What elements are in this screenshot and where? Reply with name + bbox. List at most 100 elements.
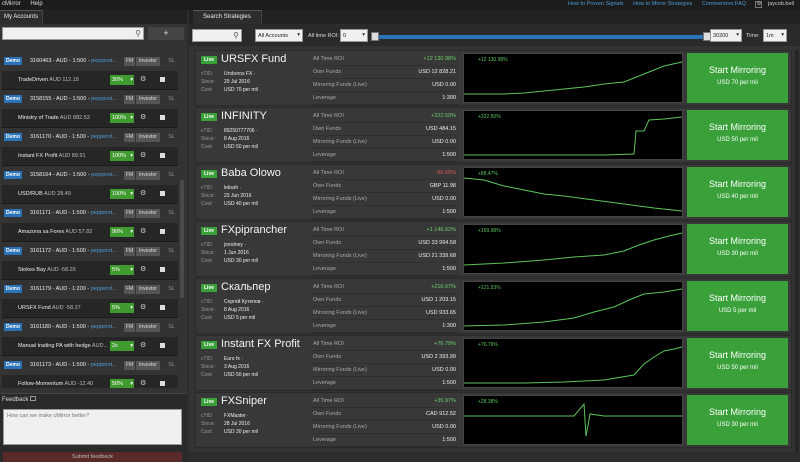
account-label[interactable]: 3161170 - AUD - 1:500 - pepperst... [30,134,117,140]
link-community-faq[interactable]: Commentors FAQ [702,1,746,7]
broker-link[interactable]: pepperst... [91,172,117,178]
sl-label[interactable]: SL [168,248,175,254]
account-label[interactable]: 3160463 - AUD - 1:500 - pepperst... [30,58,117,64]
link-proven-signals[interactable]: How to Proven Signals [568,1,624,7]
fm-button[interactable]: FM [124,247,136,256]
sl-label[interactable]: SL [168,96,175,102]
allocation-select[interactable]: 5% [110,265,134,275]
strategy-name[interactable]: URSFX Fund [221,53,286,65]
investor-button[interactable]: Investor [136,361,160,370]
ctid-value[interactable]: FXMaster · [224,413,249,419]
broker-link[interactable]: pepperst... [91,248,117,254]
investor-button[interactable]: Investor [136,57,160,66]
account-label[interactable]: 3161171 - AUD - 1:500 - pepperst... [30,210,117,216]
sl-label[interactable]: SL [168,58,175,64]
add-account-button[interactable]: + [148,27,184,40]
strategy-name[interactable]: INFINITY [221,110,267,122]
strategy-name[interactable]: Instant FX Profit [221,338,300,350]
stop-icon[interactable] [160,191,165,196]
allocation-select[interactable]: 2x [110,341,134,351]
investor-button[interactable]: Investor [136,209,160,218]
link-mirror-strategies[interactable]: How to Mirror Strategies [633,1,692,7]
fm-button[interactable]: FM [124,285,136,294]
investor-button[interactable]: Investor [136,171,160,180]
account-label[interactable]: 3161172 - AUD - 1:500 - pepperst... [30,248,117,254]
feedback-input[interactable] [3,409,182,445]
allocation-select[interactable]: 100% [110,113,134,123]
allocation-select[interactable]: 5% [110,303,134,313]
start-mirroring-button[interactable]: Start Mirroring USD 30 per mil [687,224,788,274]
investor-button[interactable]: Investor [136,247,160,256]
accounts-scrollbar[interactable] [180,180,184,298]
fm-button[interactable]: FM [124,57,136,66]
username[interactable]: jaycob.bell [768,1,794,7]
ctid-value[interactable]: jsrodney · [224,242,246,248]
menu-cmirror[interactable]: cMirror [2,1,21,7]
investor-button[interactable]: Investor [136,323,160,332]
strategy-name[interactable]: FXSniper [221,395,267,407]
time-select[interactable]: 1m [763,29,787,42]
gear-icon[interactable]: ⚙ [140,189,146,197]
stop-icon[interactable] [160,267,165,272]
allocation-select[interactable]: 100% [110,151,134,161]
broker-link[interactable]: pepperst... [91,286,117,292]
broker-link[interactable]: pepperst... [91,96,117,102]
start-mirroring-button[interactable]: Start Mirroring USD 40 per mil [687,167,788,217]
allocation-select[interactable]: 100% [110,189,134,199]
investor-button[interactable]: Investor [136,95,160,104]
broker-link[interactable]: pepperst... [91,362,117,368]
stop-icon[interactable] [160,115,165,120]
account-label[interactable]: 3161173 - AUD - 1:500 - pepperst... [30,362,117,368]
allocation-select[interactable]: 30% [110,75,134,85]
gear-icon[interactable]: ⚙ [140,341,146,349]
fm-button[interactable]: FM [124,95,136,104]
submit-feedback-button[interactable]: Submit feedback [3,452,182,462]
account-label[interactable]: 3158164 - AUD - 1:500 - pepperst... [30,172,117,178]
ctid-value[interactable]: Сергей Кутепов · [224,299,263,305]
roi-slider-min-handle[interactable] [371,32,379,41]
ctid-value[interactable]: Euro fx · [224,356,243,362]
allocation-select[interactable]: 50% [110,379,134,388]
account-label[interactable]: 3161179 - AUD - 1:200 - pepperst... [30,286,117,292]
gear-icon[interactable]: ⚙ [140,265,146,273]
sl-label[interactable]: SL [168,134,175,140]
broker-link[interactable]: pepperst... [91,134,117,140]
sl-label[interactable]: SL [168,210,175,216]
strategy-name[interactable]: Скальпер [221,281,270,293]
gear-icon[interactable]: ⚙ [140,379,146,387]
account-label[interactable]: 3161180 - AUD - 1:500 - pepperst... [30,324,117,330]
gear-icon[interactable]: ⚙ [140,113,146,121]
strategy-name[interactable]: FXpiprancher [221,224,287,236]
account-label[interactable]: 3158155 - AUD - 1:500 - pepperst... [30,96,117,102]
fm-button[interactable]: FM [124,133,136,142]
tab-search-strategies[interactable]: Search Strategies [193,10,262,24]
stop-icon[interactable] [160,343,165,348]
stop-icon[interactable] [160,305,165,310]
tab-my-accounts[interactable]: My Accounts [0,10,44,24]
start-mirroring-button[interactable]: Start Mirroring USD 30 per mil [687,395,788,445]
stop-icon[interactable] [160,153,165,158]
gear-icon[interactable]: ⚙ [140,151,146,159]
stop-icon[interactable] [160,381,165,386]
strategy-name[interactable]: Baba Olowo [221,167,281,179]
strategies-scrollbar[interactable] [795,50,799,452]
gear-icon[interactable]: ⚙ [140,303,146,311]
investor-button[interactable]: Investor [136,285,160,294]
start-mirroring-button[interactable]: Start Mirroring USD 50 per mil [687,110,788,160]
gear-icon[interactable]: ⚙ [140,227,146,235]
ctid-value[interactable]: lekssh · [224,185,241,191]
stop-icon[interactable] [160,229,165,234]
ctid-value[interactable]: Uroboros FX · [224,71,255,77]
sl-label[interactable]: SL [168,324,175,330]
ctid-value[interactable]: 89250777706 · [224,128,258,134]
stop-icon[interactable] [160,77,165,82]
start-mirroring-button[interactable]: Start Mirroring USD 5 per mil [687,281,788,331]
accounts-select[interactable]: All Accounts [255,29,303,42]
sl-label[interactable]: SL [168,362,175,368]
fm-button[interactable]: FM [124,323,136,332]
fm-button[interactable]: FM [124,171,136,180]
broker-link[interactable]: pepperst... [91,210,117,216]
roi-range-slider[interactable] [371,32,711,41]
strategy-search-input[interactable]: ⚲ [192,29,242,42]
broker-link[interactable]: pepperst... [91,324,117,330]
